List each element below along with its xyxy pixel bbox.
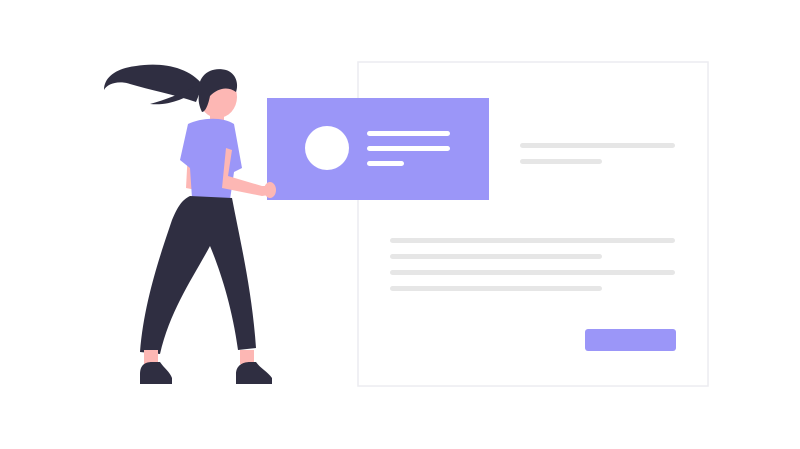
button-placeholder-icon[interactable] (585, 329, 676, 351)
profile-card-illustration (104, 61, 709, 387)
illustration-stage (0, 0, 800, 449)
shoe-right (236, 362, 272, 384)
profile-card[interactable] (267, 98, 489, 200)
document-line-2 (520, 159, 602, 164)
profile-card-line-2 (367, 146, 450, 151)
person-figure (104, 64, 279, 384)
pants (140, 196, 256, 354)
shoe-left (140, 362, 172, 384)
ankle-right (240, 350, 254, 364)
profile-card-line-1 (367, 131, 450, 136)
document-line-3 (390, 238, 675, 243)
fingers (264, 182, 276, 198)
document-line-5 (390, 270, 675, 275)
document-line-6 (390, 286, 602, 291)
ankle-left (144, 350, 158, 364)
document-line-4 (390, 254, 602, 259)
document-line-1 (520, 143, 675, 148)
profile-card-line-3 (367, 161, 404, 166)
avatar-circle-icon (305, 126, 349, 170)
hair-ponytail (104, 64, 203, 102)
